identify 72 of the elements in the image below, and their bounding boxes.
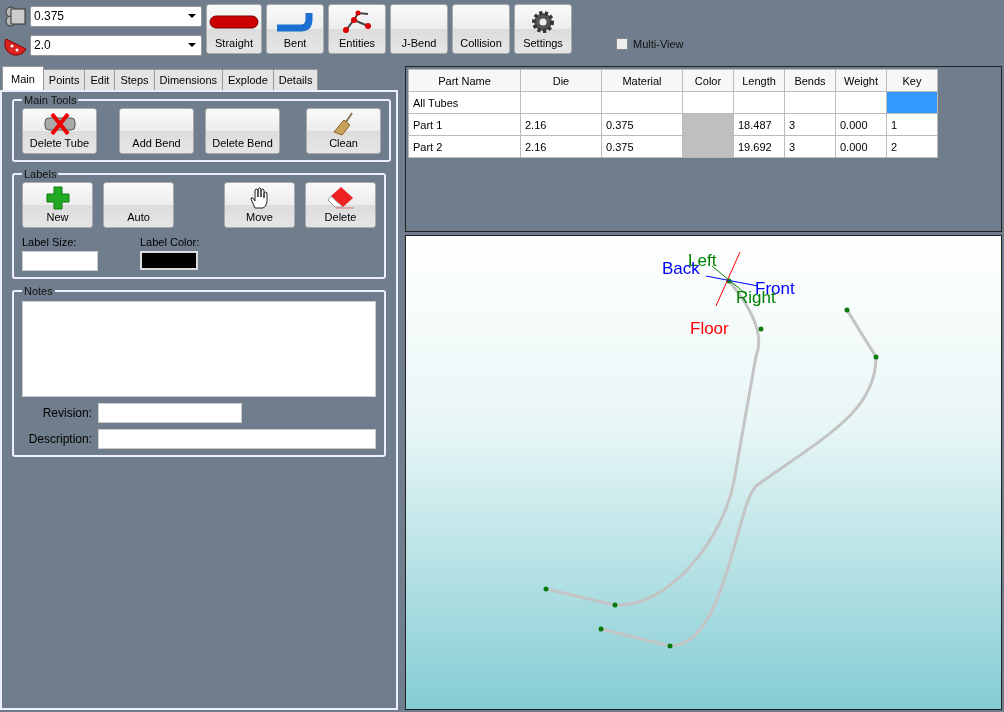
nodes-icon [342, 10, 372, 34]
tube-cross-icon [42, 113, 77, 135]
straight-tube-icon [209, 14, 259, 30]
table-cell: 0.375 [601, 135, 683, 158]
revision-label: Revision: [41, 406, 92, 420]
eraser-icon [326, 186, 355, 210]
tool-button[interactable]: Clean [306, 108, 381, 154]
table-cell: Part 1 [408, 113, 521, 136]
label-button[interactable]: New [22, 182, 93, 228]
toolbar-button[interactable]: Straight [206, 4, 262, 54]
table-cell: 2.16 [520, 135, 602, 158]
column-header: Color [682, 69, 734, 92]
table-cell: 0.375 [601, 113, 683, 136]
table-cell: 0.000 [835, 113, 887, 136]
table-cell: 3 [784, 135, 836, 158]
toolbar-button[interactable]: Bent [266, 4, 324, 54]
table-cell: 2.16 [520, 113, 602, 136]
label-color-swatch[interactable] [140, 251, 198, 270]
notes-field[interactable] [22, 301, 376, 397]
multi-view-checkbox[interactable]: Multi-View [616, 38, 684, 50]
tab[interactable]: Explode [222, 69, 274, 90]
tool-button[interactable]: Delete Bend [205, 108, 280, 154]
label-button[interactable]: Auto [103, 182, 174, 228]
bent-tube-icon [275, 11, 315, 33]
tab[interactable]: Details [272, 69, 319, 90]
label-size-label: Label Size: [22, 236, 78, 248]
table-cell[interactable]: 2 [886, 135, 938, 158]
group-title: Main Tools [23, 94, 78, 106]
diameter-dropdown[interactable]: 0.375 [30, 5, 202, 27]
tool-button[interactable]: Add Bend [119, 108, 194, 154]
tool-button[interactable]: Delete Tube [22, 108, 97, 154]
label-button[interactable]: Delete [305, 182, 376, 228]
column-header: Part Name [408, 69, 521, 92]
tab[interactable]: Dimensions [153, 69, 223, 90]
column-header: Key [886, 69, 938, 92]
table-cell: 3 [784, 113, 836, 136]
table-cell: All Tubes [408, 91, 521, 114]
settings-icon [530, 9, 556, 35]
column-header: Weight [835, 69, 887, 92]
tab[interactable]: Edit [84, 69, 116, 90]
axis-label: Floor [690, 319, 729, 338]
revision-field[interactable] [98, 403, 242, 423]
tube-profile-icon [4, 4, 28, 28]
table-cell: 0.000 [835, 135, 887, 158]
hand-icon [248, 186, 271, 210]
column-header: Bends [784, 69, 836, 92]
column-header: Die [520, 69, 602, 92]
table-cell: Part 2 [408, 135, 521, 158]
toolbar-button[interactable]: Entities [328, 4, 386, 54]
broom-icon [331, 112, 356, 136]
label-color-label: Label Color: [140, 236, 200, 248]
toolbar-button[interactable]: Settings [514, 4, 572, 54]
description-field[interactable] [98, 429, 376, 449]
column-header: Length [733, 69, 785, 92]
plus-icon [45, 186, 70, 210]
radius-dropdown[interactable]: 2.0 [30, 34, 202, 56]
column-header: Material [601, 69, 683, 92]
description-label: Description: [27, 432, 92, 446]
group-title: Labels [23, 168, 58, 180]
table-cell [784, 91, 836, 114]
tab[interactable]: Steps [114, 69, 155, 90]
table-cell [835, 91, 887, 114]
table-cell: 18.487 [733, 113, 785, 136]
group-title: Notes [23, 285, 54, 297]
table-cell: 19.692 [733, 135, 785, 158]
table-cell[interactable]: 1 [886, 113, 938, 136]
label-button[interactable]: Move [224, 182, 295, 228]
toolbar-button[interactable]: J-Bend [390, 4, 448, 54]
tab[interactable]: Points [42, 69, 86, 90]
toolbar-button[interactable]: Collision [452, 4, 510, 54]
tab[interactable]: Main [2, 66, 44, 90]
label-size-field[interactable] [22, 251, 98, 271]
